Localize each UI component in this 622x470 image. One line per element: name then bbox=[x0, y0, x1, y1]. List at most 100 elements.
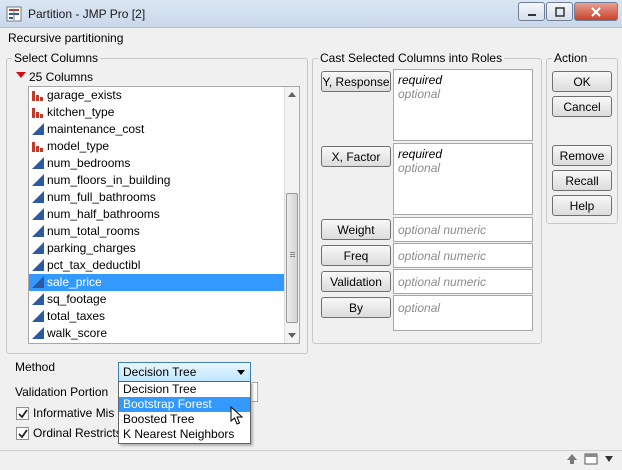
column-name: num_total_rooms bbox=[47, 224, 140, 238]
column-name: num_floors_in_building bbox=[47, 173, 171, 187]
chevron-down-icon[interactable] bbox=[237, 370, 245, 375]
column-name: num_half_bathrooms bbox=[47, 207, 160, 221]
cast-roles-title: Cast Selected Columns into Roles bbox=[318, 51, 505, 65]
y-required-text: required bbox=[398, 73, 443, 87]
continuous-column-icon bbox=[32, 174, 44, 186]
column-name: kitchen_type bbox=[47, 105, 115, 119]
nominal-column-icon bbox=[32, 108, 43, 118]
method-select[interactable]: Decision Tree bbox=[118, 362, 251, 382]
chevron-down-icon[interactable] bbox=[604, 455, 614, 463]
freq-button[interactable]: Freq bbox=[321, 245, 391, 266]
weight-button[interactable]: Weight bbox=[321, 219, 391, 240]
remove-button[interactable]: Remove bbox=[552, 145, 612, 166]
column-list-item[interactable]: num_full_bathrooms bbox=[29, 189, 299, 206]
scroll-thumb[interactable] bbox=[286, 193, 298, 323]
column-list-item[interactable]: kitchen_type bbox=[29, 104, 299, 121]
column-name: sale_price bbox=[47, 275, 102, 289]
continuous-column-icon bbox=[32, 225, 44, 237]
column-list-item[interactable]: num_floors_in_building bbox=[29, 172, 299, 189]
minimize-icon[interactable] bbox=[518, 2, 545, 21]
column-name: walk_score bbox=[47, 326, 108, 340]
action-title: Action bbox=[552, 51, 590, 65]
informative-missing-checkbox[interactable]: Informative Mis bbox=[16, 406, 114, 420]
close-icon[interactable] bbox=[574, 2, 618, 21]
checkbox-box[interactable] bbox=[16, 426, 29, 440]
column-list-item[interactable]: total_taxes bbox=[29, 308, 299, 325]
collapse-triangle-icon[interactable] bbox=[16, 72, 26, 78]
arrow-up-icon[interactable] bbox=[566, 453, 578, 465]
column-name: parking_charges bbox=[47, 241, 136, 255]
weight-dropzone[interactable]: optional numeric bbox=[393, 217, 533, 242]
cancel-button[interactable]: Cancel bbox=[552, 96, 612, 117]
continuous-column-icon bbox=[32, 327, 44, 339]
column-list-item[interactable]: garage_exists bbox=[29, 87, 299, 104]
select-columns-panel: Select Columns 25 Columns garage_exists k… bbox=[6, 51, 308, 354]
validation-button[interactable]: Validation bbox=[321, 271, 391, 292]
column-list-item[interactable]: walk_score bbox=[29, 325, 299, 342]
y-optional-text: optional bbox=[398, 87, 441, 101]
column-list-item[interactable]: parking_charges bbox=[29, 240, 299, 257]
ordinal-restricts-checkbox[interactable]: Ordinal Restricts bbox=[16, 426, 122, 440]
continuous-column-icon bbox=[32, 276, 44, 288]
column-name: maintenance_cost bbox=[47, 122, 145, 136]
x-optional-text: optional bbox=[398, 161, 441, 175]
column-count: 25 Columns bbox=[29, 70, 94, 84]
column-list-item[interactable]: maintenance_cost bbox=[29, 121, 299, 138]
checkbox-box[interactable] bbox=[16, 406, 29, 420]
continuous-column-icon bbox=[32, 310, 44, 322]
y-response-dropzone[interactable]: required optional bbox=[393, 69, 533, 141]
scroll-up-icon[interactable] bbox=[288, 92, 296, 97]
column-name: total_taxes bbox=[47, 309, 106, 323]
column-list-item[interactable]: pct_tax_deductibl bbox=[29, 257, 299, 274]
checkmark-icon bbox=[18, 408, 28, 418]
status-bar bbox=[0, 450, 622, 470]
method-selected-value: Decision Tree bbox=[123, 365, 197, 379]
outline-header: Recursive partitioning bbox=[8, 31, 124, 45]
column-list-item[interactable]: sq_footage bbox=[29, 291, 299, 308]
x-factor-dropzone[interactable]: required optional bbox=[393, 143, 533, 215]
validation-portion-field[interactable] bbox=[252, 382, 258, 402]
ordinal-restricts-label: Ordinal Restricts bbox=[33, 426, 122, 440]
continuous-column-icon bbox=[32, 208, 44, 220]
x-factor-button[interactable]: X, Factor bbox=[321, 146, 391, 167]
method-option[interactable]: K Nearest Neighbors bbox=[119, 427, 250, 442]
cast-roles-panel: Cast Selected Columns into Roles Y, Resp… bbox=[312, 51, 542, 344]
checkmark-icon bbox=[18, 428, 28, 438]
continuous-column-icon bbox=[32, 259, 44, 271]
method-label: Method bbox=[15, 360, 56, 374]
column-list-item[interactable]: num_bedrooms bbox=[29, 155, 299, 172]
continuous-column-icon bbox=[32, 191, 44, 203]
continuous-column-icon bbox=[32, 293, 44, 305]
nominal-column-icon bbox=[32, 91, 43, 101]
scroll-down-icon[interactable] bbox=[288, 333, 296, 338]
column-name: sq_footage bbox=[47, 292, 107, 306]
column-list-item[interactable]: sale_price bbox=[29, 274, 299, 291]
column-list-item[interactable]: model_type bbox=[29, 138, 299, 155]
column-list[interactable]: garage_exists kitchen_type maintenance_cos… bbox=[28, 86, 300, 344]
column-list-item[interactable]: num_half_bathrooms bbox=[29, 206, 299, 223]
nominal-column-icon bbox=[32, 142, 43, 152]
freq-dropzone[interactable]: optional numeric bbox=[393, 243, 533, 268]
column-list-item[interactable]: num_total_rooms bbox=[29, 223, 299, 240]
x-required-text: required bbox=[398, 147, 443, 161]
maximize-icon[interactable] bbox=[546, 2, 573, 21]
action-panel: Action OK Cancel Remove Recall Help bbox=[546, 51, 618, 224]
jmp-app-icon bbox=[6, 6, 22, 22]
column-list-scrollbar[interactable] bbox=[284, 87, 299, 343]
select-columns-title: Select Columns bbox=[12, 51, 101, 65]
window-icon[interactable] bbox=[584, 453, 598, 465]
continuous-column-icon bbox=[32, 157, 44, 169]
mouse-cursor-icon bbox=[230, 406, 244, 425]
continuous-column-icon bbox=[32, 242, 44, 254]
method-option[interactable]: Decision Tree bbox=[119, 382, 250, 397]
ok-button[interactable]: OK bbox=[552, 71, 612, 92]
recall-button[interactable]: Recall bbox=[552, 170, 612, 191]
y-response-button[interactable]: Y, Response bbox=[321, 71, 391, 92]
column-name: num_full_bathrooms bbox=[47, 190, 156, 204]
by-button[interactable]: By bbox=[321, 297, 391, 318]
by-dropzone[interactable]: optional bbox=[393, 295, 533, 331]
help-button[interactable]: Help bbox=[552, 195, 612, 216]
column-name: num_bedrooms bbox=[47, 156, 131, 170]
window-title: Partition - JMP Pro [2] bbox=[28, 7, 146, 21]
validation-dropzone[interactable]: optional numeric bbox=[393, 269, 533, 294]
